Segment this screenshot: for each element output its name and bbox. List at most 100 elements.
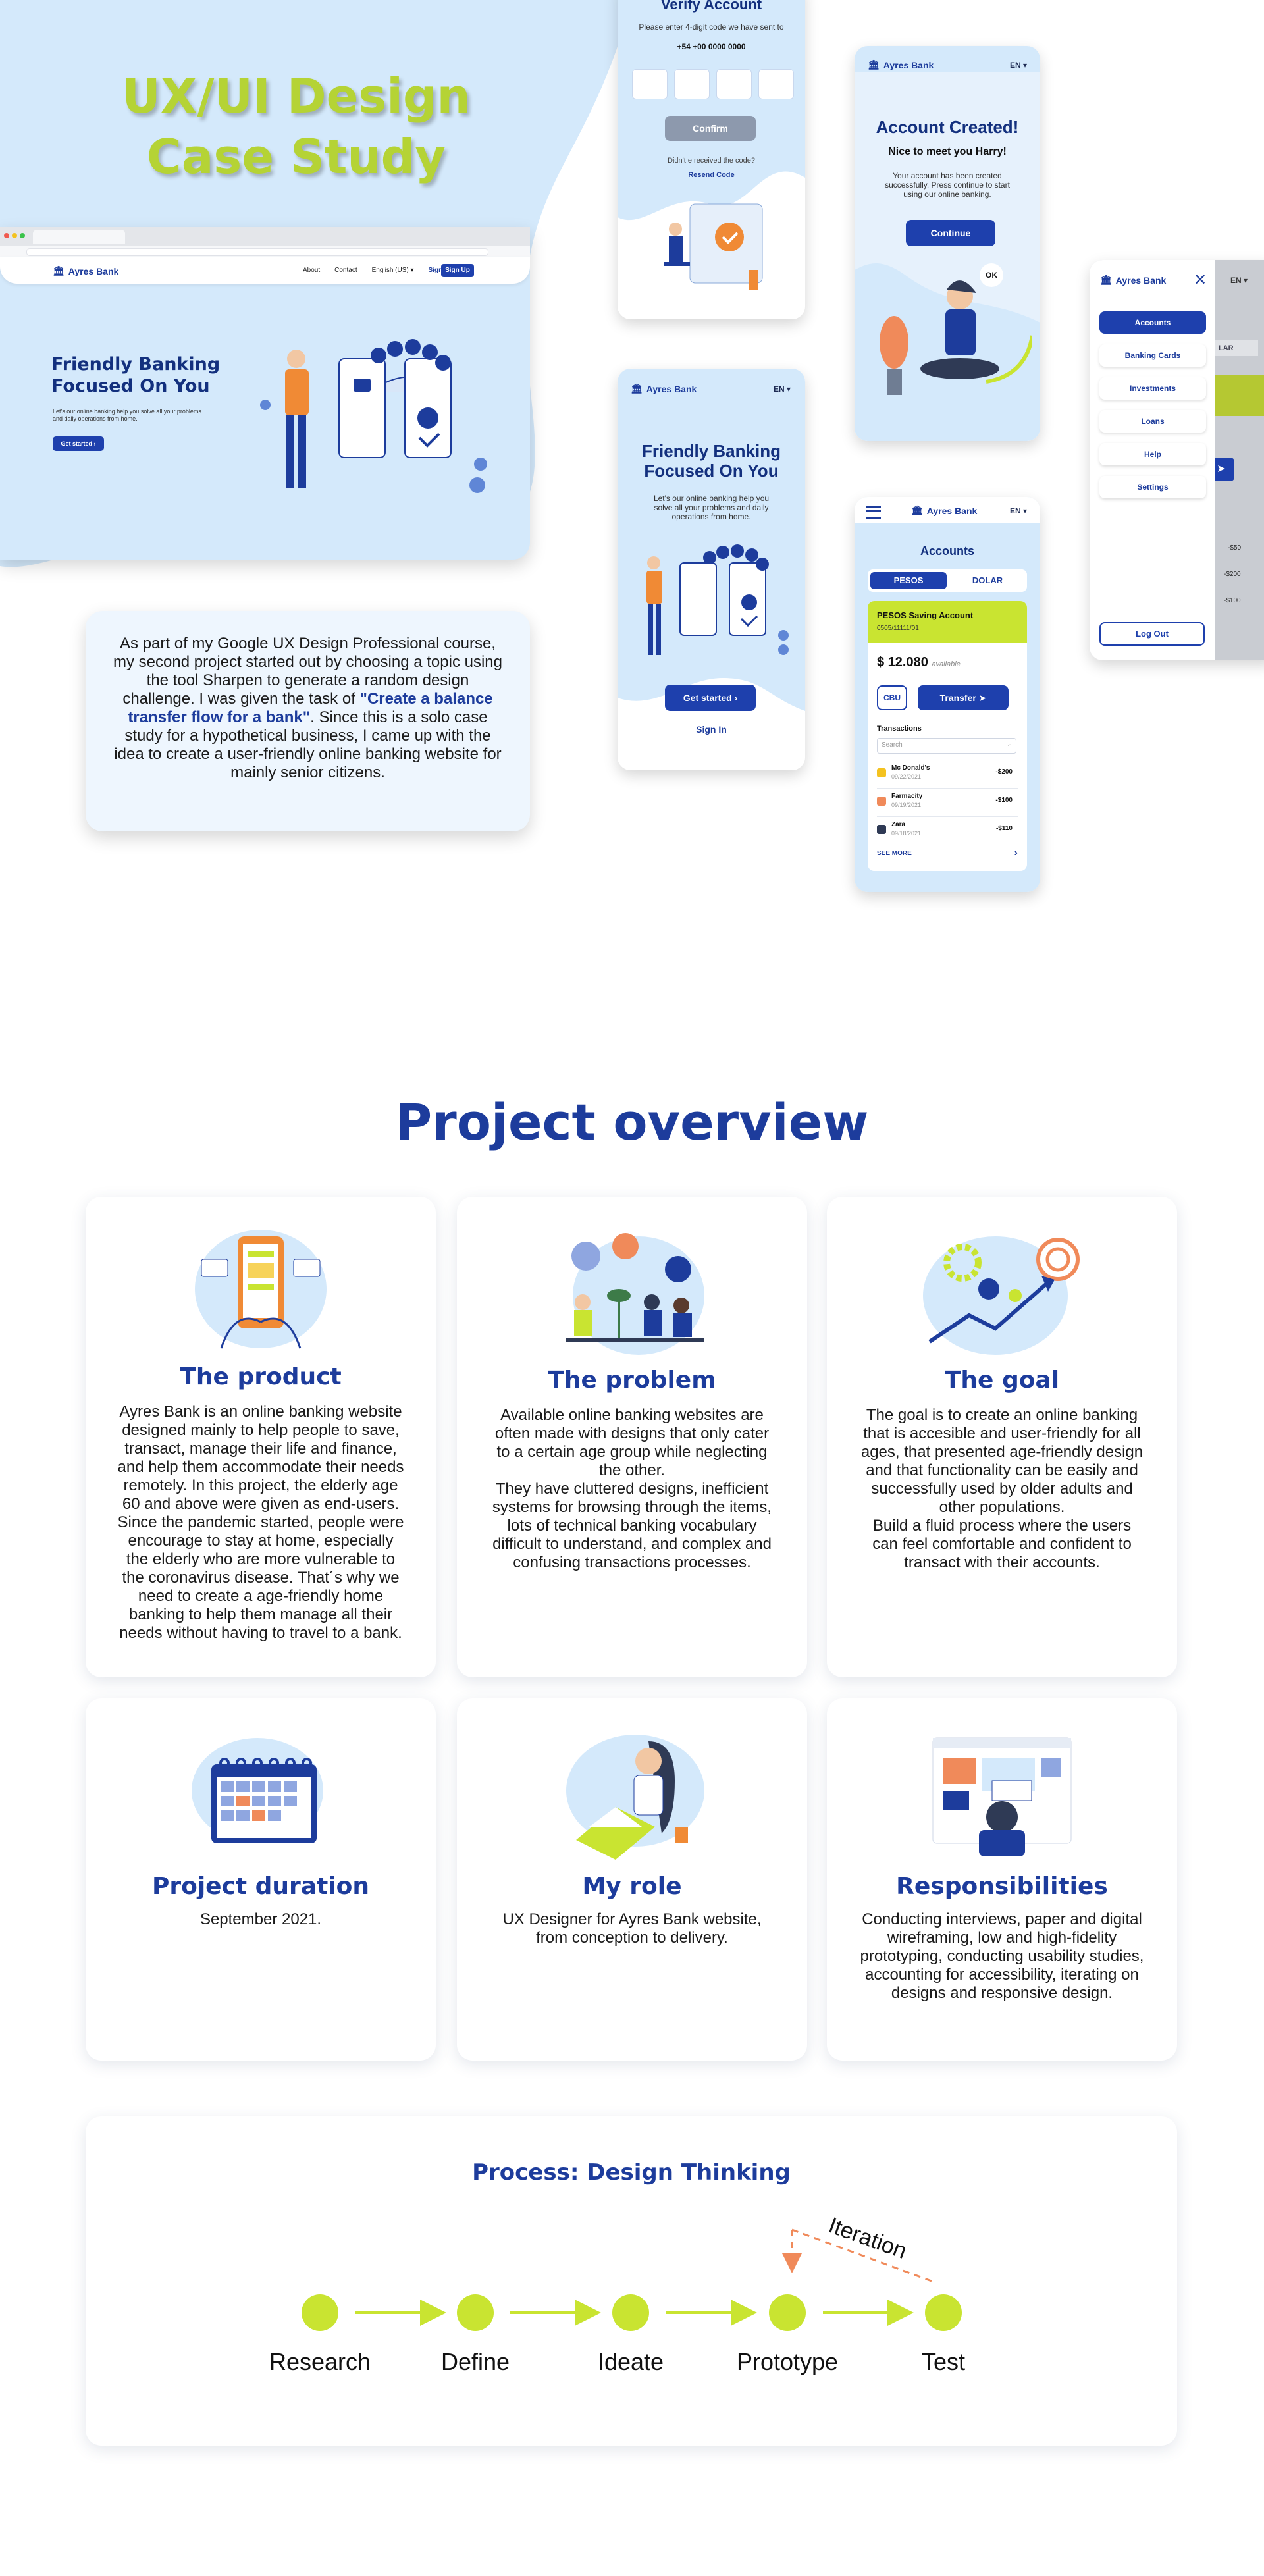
desktop-browser-mock: 🏛 Ayres Bank About Contact English (US) ▾… <box>0 227 530 560</box>
card-title: Project duration <box>151 1873 370 1900</box>
bank-icon: 🏛 <box>1100 275 1112 285</box>
transaction-name: Mc Donald's <box>891 764 930 772</box>
peek-amount-1: -$50 <box>1228 544 1242 552</box>
verify-title: Verify Account <box>660 0 762 13</box>
phone-accounts: 🏛 Ayres Bank EN ▾ Accounts PESOS DOLAR PE… <box>855 497 1040 892</box>
created-brand[interactable]: 🏛 Ayres Bank <box>868 59 934 70</box>
menu-item-banking-cards[interactable]: Banking Cards <box>1099 344 1206 367</box>
hero-title: UX/UI Design Case Study <box>122 68 471 184</box>
menu-item-investments[interactable]: Investments <box>1099 377 1206 400</box>
transaction-search-input[interactable]: Search ⌕ <box>877 738 1016 754</box>
home-get-started-button[interactable]: Get started › <box>665 685 756 711</box>
menu-item-accounts[interactable]: Accounts <box>1099 311 1206 334</box>
not-received-text: Didn't e received the code? <box>668 157 755 165</box>
home-signin-link[interactable]: Sign In <box>618 724 805 735</box>
transaction-row[interactable]: Farmacity 09/19/2021 -$100 <box>877 789 1018 817</box>
step-label-research: Research <box>269 2348 371 2375</box>
banking-illustration <box>260 339 487 493</box>
desktop-get-started-button[interactable]: Get started › <box>53 436 104 451</box>
step-dot-define <box>457 2294 494 2331</box>
created-language-select[interactable]: EN ▾ <box>1010 61 1027 70</box>
desktop-navbar: 🏛 Ayres Bank About Contact English (US) ▾… <box>0 257 530 284</box>
resend-code-link[interactable]: Resend Code <box>618 171 805 179</box>
peek-dolar-tab: LAR <box>1215 340 1258 356</box>
testing-illustration <box>932 1737 1072 1856</box>
card-body: UX Designer for Ayres Bank website, from… <box>502 1910 762 1947</box>
created-greeting: Nice to meet you Harry! <box>888 146 1007 157</box>
confirm-button[interactable]: Confirm <box>665 116 756 141</box>
card-body: The goal is to create an online banking … <box>860 1406 1144 1571</box>
transaction-amount: -$200 <box>995 768 1013 775</box>
continue-button[interactable]: Continue <box>906 220 995 246</box>
designer-illustration <box>566 1735 704 1860</box>
process-card: Process: Design Thinking Iteration Resea… <box>86 2116 1177 2446</box>
step-label-test: Test <box>921 2348 966 2375</box>
created-illustration <box>880 280 1032 395</box>
menu-item-loans[interactable]: Loans <box>1099 410 1206 433</box>
peek-language: EN ▾ <box>1230 276 1248 285</box>
peek-amount-2: -$200 <box>1224 571 1241 578</box>
close-icon[interactable]: ✕ <box>1194 271 1207 290</box>
card-the-goal: The goal The goal is to create an online… <box>827 1197 1177 1677</box>
bank-icon: 🏛 <box>631 383 643 394</box>
desktop-signup-button[interactable]: Sign Up <box>441 264 474 277</box>
code-digit-2[interactable] <box>674 69 710 99</box>
nav-language[interactable]: English (US) ▾ <box>372 267 414 274</box>
account-number: 0505/11111/01 <box>877 625 919 632</box>
code-inputs <box>632 69 794 99</box>
intro-card: As part of my Google UX Design Professio… <box>86 611 530 831</box>
card-responsibilities: Responsibilities Conducting interviews, … <box>827 1698 1177 2061</box>
code-digit-4[interactable] <box>758 69 794 99</box>
nav-contact[interactable]: Contact <box>334 267 357 274</box>
menu-item-settings[interactable]: Settings <box>1099 476 1206 498</box>
desktop-brand[interactable]: 🏛 Ayres Bank <box>53 265 118 276</box>
see-more-link[interactable]: SEE MORE › <box>877 847 1018 858</box>
transaction-row[interactable]: Zara 09/18/2021 -$110 <box>877 817 1018 845</box>
step-label-define: Define <box>440 2348 510 2375</box>
nav-about[interactable]: About <box>303 267 320 274</box>
merchant-logo-icon <box>877 797 886 806</box>
phone-menu: EN ▾ LAR ➤ -$50 -$200 -$100 🏛 Ayres Bank … <box>1090 260 1264 660</box>
logout-button[interactable]: Log Out <box>1099 622 1205 646</box>
send-icon: ➤ <box>978 693 987 703</box>
home-headline: Friendly Banking Focused On You <box>642 441 781 481</box>
phone-verify-account: Verify Account Please enter 4-digit code… <box>618 0 805 319</box>
browser-chrome <box>0 227 530 246</box>
transaction-row[interactable]: Mc Donald's 09/22/2021 -$200 <box>877 760 1018 789</box>
merchant-logo-icon <box>877 825 886 834</box>
card-title: My role <box>582 1873 682 1900</box>
hamburger-menu-icon[interactable] <box>866 506 881 519</box>
card-title: The product <box>180 1363 342 1390</box>
transaction-name: Farmacity <box>891 793 923 800</box>
home-language-select[interactable]: EN ▾ <box>774 384 791 394</box>
desktop-headline: Friendly Banking Focused On You <box>51 354 221 396</box>
tab-dolar[interactable]: DOLAR <box>949 572 1026 589</box>
transaction-date: 09/22/2021 <box>891 774 922 780</box>
accounts-brand[interactable]: 🏛 Ayres Bank <box>911 505 977 516</box>
menu-items: Accounts Banking Cards Investments Loans Hel… <box>1099 311 1206 509</box>
card-my-role: My role UX Designer for Ayres Bank websi… <box>457 1698 807 2061</box>
created-title: Account Created! <box>876 117 1019 137</box>
card-the-problem: The problem Available online banking web… <box>457 1197 807 1677</box>
problem-illustration <box>566 1233 704 1355</box>
transfer-button[interactable]: Transfer ➤ <box>918 685 1009 710</box>
accounts-language-select[interactable]: EN ▾ <box>1010 506 1027 515</box>
home-illustration <box>646 544 789 655</box>
step-dot-ideate <box>612 2294 649 2331</box>
code-digit-1[interactable] <box>632 69 668 99</box>
goal-illustration <box>923 1236 1080 1355</box>
verify-illustration <box>664 203 763 290</box>
cbu-button[interactable]: CBU <box>877 685 907 710</box>
home-brand[interactable]: 🏛 Ayres Bank <box>631 383 697 394</box>
accounts-title: Accounts <box>920 544 974 558</box>
phone-account-created: 🏛 Ayres Bank EN ▾ Account Created! Nice t… <box>855 46 1040 441</box>
menu-brand[interactable]: 🏛 Ayres Bank <box>1100 275 1166 286</box>
tab-pesos[interactable]: PESOS <box>870 572 947 589</box>
transaction-name: Zara <box>891 821 906 828</box>
home-subtext: Let's our online banking help you solve … <box>653 494 770 521</box>
code-digit-3[interactable] <box>716 69 752 99</box>
account-name: PESOS Saving Account <box>877 610 974 620</box>
menu-item-help[interactable]: Help <box>1099 443 1206 465</box>
card-the-product: The product Ayres Bank is an online bank… <box>86 1197 436 1677</box>
merchant-logo-icon <box>877 768 886 777</box>
